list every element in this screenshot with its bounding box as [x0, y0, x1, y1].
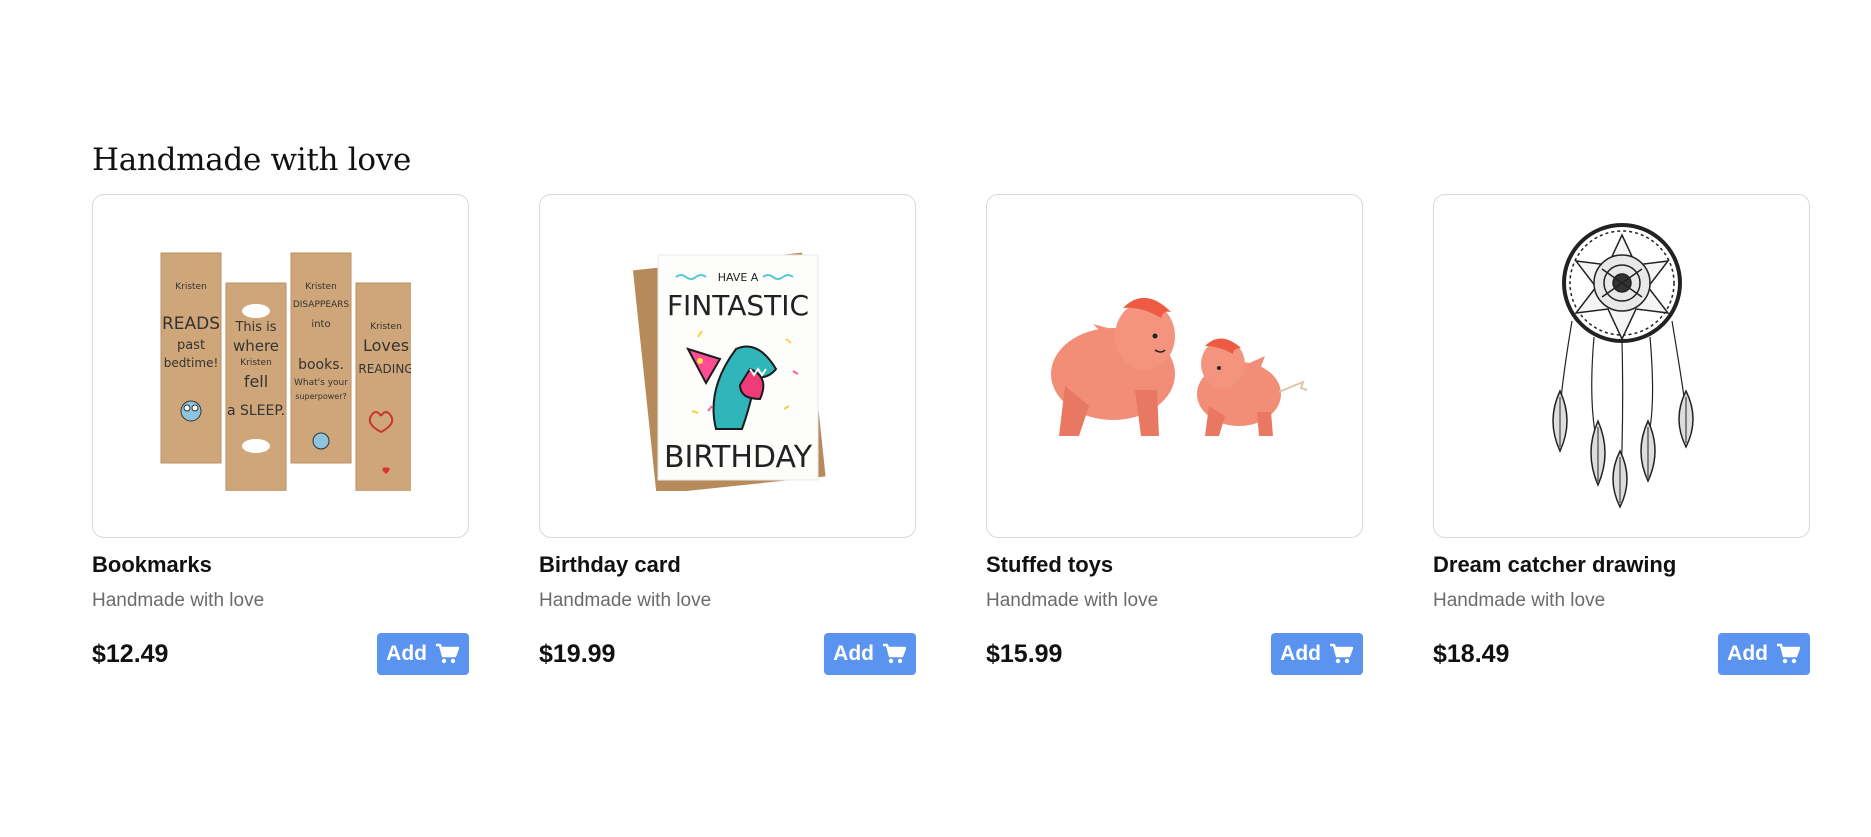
- svg-text:FINTASTIC: FINTASTIC: [666, 289, 808, 322]
- svg-text:where: where: [232, 337, 278, 355]
- product-image-frame[interactable]: [986, 194, 1363, 538]
- product-price: $18.49: [1433, 639, 1510, 668]
- svg-text:fell: fell: [243, 372, 267, 391]
- product-name: Bookmarks: [92, 552, 212, 577]
- svg-text:READS: READS: [161, 314, 219, 334]
- svg-text:superpower?: superpower?: [295, 392, 347, 401]
- product-price: $12.49: [92, 639, 169, 668]
- birthday-card-image: HAVE A FINTASTIC BIRTHDAY: [632, 252, 826, 491]
- product-subtitle: Handmade with love: [1433, 590, 1606, 611]
- svg-text:This is: This is: [234, 320, 276, 335]
- svg-text:READING: READING: [358, 362, 411, 376]
- product-subtitle: Handmade with love: [986, 590, 1159, 611]
- product-name: Dream catcher drawing: [1433, 552, 1677, 577]
- product-price: $15.99: [986, 639, 1063, 668]
- product-card-dream-catcher: Dream catcher drawing Handmade with love…: [1433, 194, 1810, 675]
- svg-text:BIRTHDAY: BIRTHDAY: [663, 440, 812, 475]
- svg-text:past: past: [176, 338, 204, 353]
- product-subtitle: Handmade with love: [92, 590, 265, 611]
- svg-text:bedtime!: bedtime!: [163, 356, 218, 370]
- svg-text:Kristen: Kristen: [305, 282, 337, 292]
- product-image-frame[interactable]: Kristen READS past bedtime! This is wher…: [92, 194, 469, 538]
- shopping-cart-icon: [436, 643, 459, 664]
- product-name: Stuffed toys: [986, 552, 1114, 577]
- shopping-cart-icon: [1330, 643, 1353, 664]
- product-footer: $19.99 Add: [539, 633, 916, 675]
- product-card-stuffed-toys: Stuffed toys Handmade with love $15.99 A…: [986, 194, 1363, 675]
- add-button-label: Add: [386, 642, 427, 665]
- svg-text:into: into: [311, 319, 330, 330]
- product-image-frame[interactable]: HAVE A FINTASTIC BIRTHDAY: [539, 194, 916, 538]
- product-section: Handmade with love Kristen READS past be…: [92, 138, 1812, 714]
- product-footer: $15.99 Add: [986, 633, 1363, 675]
- product-card-bookmarks: Kristen READS past bedtime! This is wher…: [92, 194, 469, 675]
- add-to-cart-button[interactable]: Add: [1718, 633, 1810, 675]
- add-button-label: Add: [833, 642, 874, 665]
- svg-text:DISAPPEARS: DISAPPEARS: [292, 300, 349, 310]
- svg-text:Loves: Loves: [362, 336, 408, 355]
- stuffed-toys-image: [1050, 297, 1307, 436]
- svg-text:Kristen: Kristen: [175, 282, 207, 292]
- svg-text:Kristen: Kristen: [240, 358, 272, 368]
- product-card-birthday-card: HAVE A FINTASTIC BIRTHDAY Birthday card …: [539, 194, 916, 675]
- product-grid: Kristen READS past bedtime! This is wher…: [92, 194, 1812, 714]
- svg-text:books.: books.: [298, 357, 344, 373]
- shopping-cart-icon: [883, 643, 906, 664]
- section-title: Handmade with love: [92, 142, 412, 178]
- shopping-cart-icon: [1777, 643, 1800, 664]
- dream-catcher-image: [1551, 223, 1694, 509]
- add-button-label: Add: [1727, 642, 1768, 665]
- add-to-cart-button[interactable]: Add: [1271, 633, 1363, 675]
- add-to-cart-button[interactable]: Add: [824, 633, 916, 675]
- product-footer: $18.49 Add: [1433, 633, 1810, 675]
- product-footer: $12.49 Add: [92, 633, 469, 675]
- bookmarks-image: Kristen READS past bedtime! This is wher…: [160, 252, 411, 491]
- svg-text:a SLEEP.: a SLEEP.: [226, 403, 284, 419]
- product-image-frame[interactable]: [1433, 194, 1810, 538]
- add-to-cart-button[interactable]: Add: [377, 633, 469, 675]
- add-button-label: Add: [1280, 642, 1321, 665]
- product-name: Birthday card: [539, 552, 681, 577]
- svg-text:HAVE A: HAVE A: [717, 271, 758, 284]
- svg-text:Kristen: Kristen: [370, 322, 402, 332]
- product-subtitle: Handmade with love: [539, 590, 712, 611]
- product-price: $19.99: [539, 639, 616, 668]
- svg-text:What's your: What's your: [294, 378, 348, 388]
